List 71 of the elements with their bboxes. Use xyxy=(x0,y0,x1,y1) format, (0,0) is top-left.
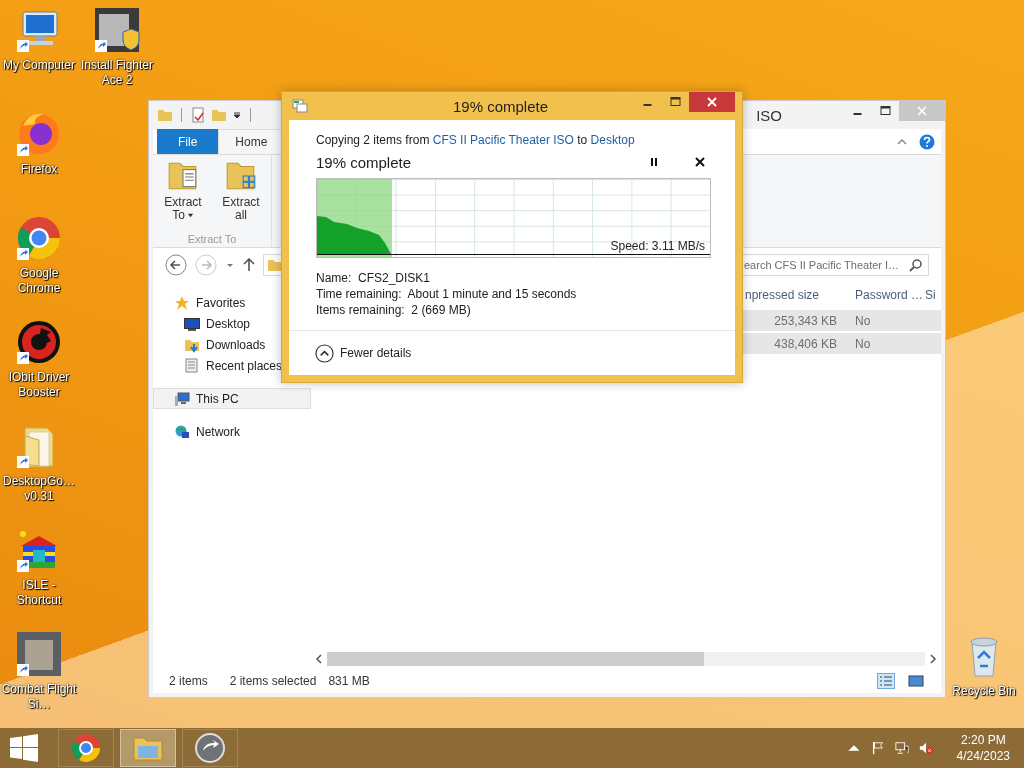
fewer-details-button[interactable]: Fewer details xyxy=(315,343,412,363)
flag-icon[interactable] xyxy=(870,741,885,755)
clock-time[interactable]: 2:20 PM xyxy=(960,732,1006,748)
windows-start-button[interactable] xyxy=(10,734,38,762)
taskbar-button[interactable] xyxy=(182,729,238,767)
speaker-icon[interactable] xyxy=(918,741,933,755)
extract-to-button[interactable]: Extract To xyxy=(157,159,209,233)
table-cell-text: 253,343 KB xyxy=(773,313,838,328)
properties-icon[interactable] xyxy=(190,107,206,123)
window-title: ISO xyxy=(756,106,782,124)
installer-icon[interactable] xyxy=(93,6,141,54)
computer-icon xyxy=(174,390,190,407)
detail-line: Name: CFS2_DISK1 xyxy=(316,270,432,286)
chrome-icon xyxy=(70,732,102,764)
table-cell-text: 438,406 KB xyxy=(773,336,838,351)
selection-count: 2 items selected xyxy=(229,674,317,688)
recent-places-icon xyxy=(184,357,200,374)
item-count: 2 items xyxy=(169,674,208,688)
detail-line: Items remaining: 2 (669 MB) xyxy=(316,302,472,318)
large-icons-view-button[interactable] xyxy=(907,673,925,689)
column-header[interactable]: npressed size xyxy=(745,288,845,302)
scrollbar-thumb[interactable] xyxy=(327,652,704,666)
copy-summary: Copying 2 items from CFS II Pacific Theater ISO to Desktop xyxy=(316,133,636,147)
network-icon xyxy=(174,423,190,440)
scroll-right-icon[interactable] xyxy=(929,654,937,664)
copy-icon xyxy=(292,98,308,114)
collapse-ribbon-icon[interactable] xyxy=(897,136,907,147)
column-header[interactable]: Password … xyxy=(845,288,925,302)
up-arrow-icon[interactable] xyxy=(243,258,255,272)
chrome-icon[interactable] xyxy=(15,214,63,262)
table-cell-text: No xyxy=(854,313,872,328)
star-icon xyxy=(174,294,190,311)
speed-label: Speed: 3.11 MB/s xyxy=(610,239,705,253)
folder-link[interactable]: Desktop xyxy=(590,133,635,147)
folder-icon xyxy=(267,257,283,273)
pause-button[interactable] xyxy=(648,156,660,168)
file-menu-tab[interactable]: File xyxy=(157,129,219,154)
maximize-icon xyxy=(879,106,891,116)
progress-heading: 19% complete xyxy=(316,153,413,171)
nav-pane-item[interactable]: Desktop xyxy=(153,313,311,334)
selection-size: 831 MB xyxy=(328,674,370,688)
caret-icon xyxy=(186,212,194,219)
clock-date[interactable]: 4/24/2023 xyxy=(956,748,1010,764)
maximize-icon xyxy=(669,97,681,107)
nav-pane-item[interactable]: This PC xyxy=(153,388,311,409)
monitor-icon xyxy=(184,315,200,332)
detail-line: Time remaining: About 1 minute and 15 seconds xyxy=(316,286,578,302)
close-icon xyxy=(917,106,927,116)
back-button[interactable] xyxy=(165,254,187,276)
nav-pane-item[interactable]: Favorites xyxy=(153,292,311,313)
caret-icon[interactable] xyxy=(232,110,242,120)
minimize-icon xyxy=(642,104,652,106)
picture-icon[interactable] xyxy=(15,630,63,678)
column-header[interactable]: Si xyxy=(925,288,941,302)
collapse-icon xyxy=(315,343,334,363)
cancel-button[interactable] xyxy=(694,156,706,168)
network-icon[interactable] xyxy=(894,741,909,755)
folder-link[interactable]: CFS II Pacific Theater ISO xyxy=(432,133,574,147)
taskbar-button[interactable] xyxy=(58,729,114,767)
close-button[interactable] xyxy=(689,92,735,112)
help-icon[interactable] xyxy=(919,133,935,150)
ribbon-group-label: Extract To xyxy=(187,233,237,245)
nav-pane-item[interactable]: Network xyxy=(153,421,311,442)
search-icon xyxy=(909,258,923,272)
scroll-left-icon[interactable] xyxy=(315,654,323,664)
table-cell-text: No xyxy=(854,336,872,351)
dialog-title: 19% complete xyxy=(451,97,550,115)
minimize-icon xyxy=(852,113,862,115)
nav-pane-item[interactable]: Recent places xyxy=(153,355,311,376)
close-icon xyxy=(707,97,717,107)
extract-all-button[interactable]: Extract all xyxy=(215,159,267,233)
